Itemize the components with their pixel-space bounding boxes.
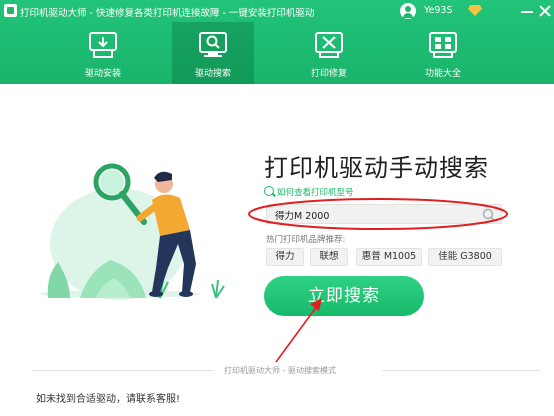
brand-chip[interactable]: 惠普 M1005	[356, 248, 422, 266]
tab-print-repair[interactable]: 打印修复	[288, 22, 370, 84]
divider	[32, 370, 214, 371]
brand-chip[interactable]: 得力	[266, 248, 304, 266]
user-avatar-icon[interactable]	[400, 3, 416, 19]
monitor-search-icon	[199, 32, 227, 57]
minimize-button[interactable]	[518, 2, 536, 20]
app-title: 打印机驱动大师 - 快速修复各类打印机连接故障 - 一键安装打印机驱动	[20, 8, 315, 19]
annotation-ellipse	[248, 198, 508, 230]
tab-all-functions[interactable]: 功能大全	[402, 22, 484, 84]
search-illustration	[40, 163, 225, 300]
tab-label: 打印修复	[310, 69, 347, 79]
title-bar: 打印机驱动大师 - 快速修复各类打印机连接故障 - 一键安装打印机驱动 Ye93…	[0, 0, 554, 22]
close-button[interactable]	[536, 2, 554, 20]
app-logo-icon	[4, 4, 17, 17]
tab-label: 驱动搜索	[194, 69, 231, 79]
search-icon	[264, 186, 274, 196]
mode-label: 打印机驱动大师 - 驱动搜索模式	[224, 366, 336, 375]
vip-diamond-icon[interactable]	[468, 5, 482, 16]
brand-chip[interactable]: 佳能 G3800	[428, 248, 502, 266]
tab-driver-search[interactable]: 驱动搜索	[172, 22, 254, 84]
tab-driver-install[interactable]: 驱动安装	[62, 22, 144, 84]
divider	[382, 370, 540, 371]
feature-grid-icon	[429, 32, 457, 58]
username[interactable]: Ye93S	[424, 5, 453, 16]
page-title: 打印机驱动手动搜索	[264, 154, 489, 182]
brand-chip[interactable]: 联想	[310, 248, 348, 266]
repair-tools-icon	[315, 32, 343, 58]
tab-label: 功能大全	[424, 69, 461, 79]
annotation-arrow	[275, 298, 322, 363]
contact-support-note[interactable]: 如未找到合适驱动，请联系客服!	[36, 390, 180, 405]
app-header: 打印机驱动大师 - 快速修复各类打印机连接故障 - 一键安装打印机驱动 Ye93…	[0, 0, 554, 84]
printer-download-icon	[89, 32, 117, 58]
hot-brands-label: 热门打印机品牌推荐:	[266, 235, 346, 245]
tab-label: 驱动安装	[84, 69, 121, 79]
